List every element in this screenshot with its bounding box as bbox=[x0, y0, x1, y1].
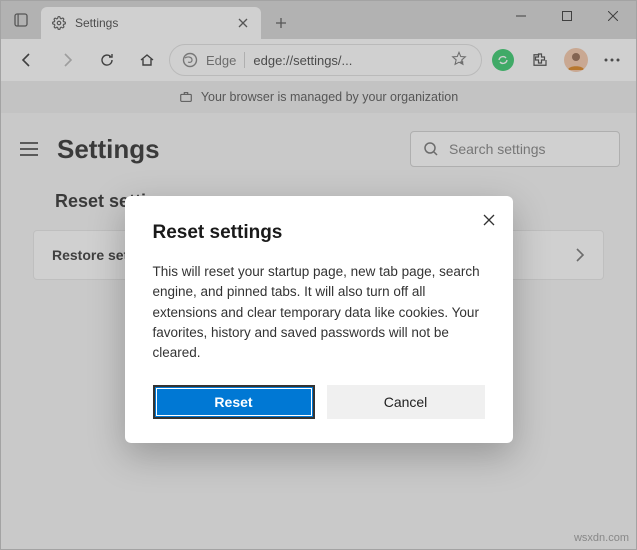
reset-settings-dialog: Reset settings This will reset your star… bbox=[125, 196, 513, 443]
cancel-button[interactable]: Cancel bbox=[327, 385, 485, 419]
reset-button[interactable]: Reset bbox=[153, 385, 315, 419]
watermark: wsxdn.com bbox=[574, 532, 629, 544]
dialog-body: This will reset your startup page, new t… bbox=[153, 262, 485, 363]
dialog-close-button[interactable] bbox=[479, 210, 499, 230]
dialog-title: Reset settings bbox=[153, 222, 485, 244]
